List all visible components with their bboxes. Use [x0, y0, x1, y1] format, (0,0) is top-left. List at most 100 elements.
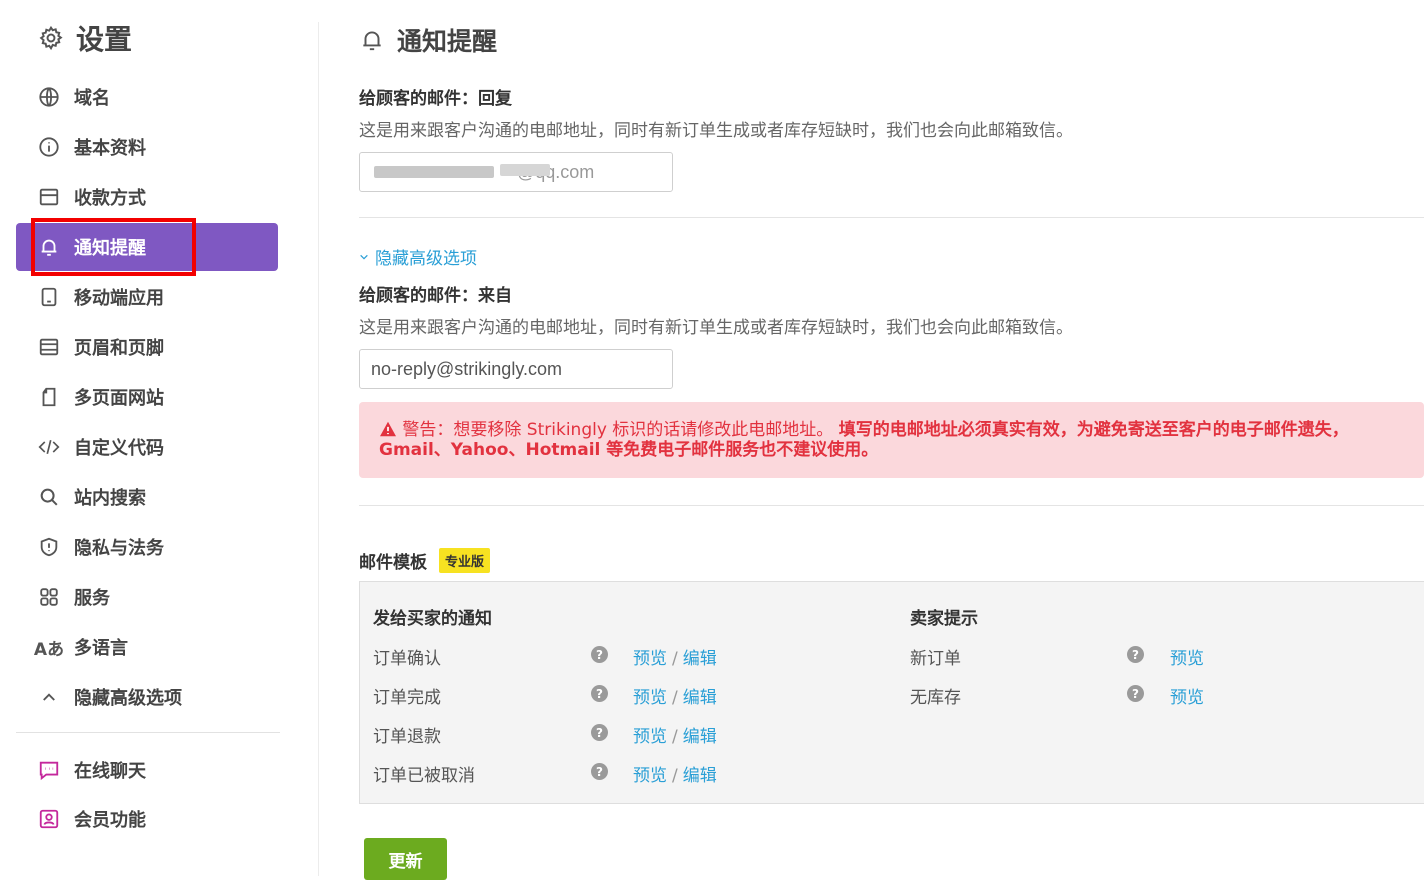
edit-link[interactable]: 编辑	[683, 688, 717, 708]
template-actions: 预览 / 编辑	[633, 683, 717, 708]
help-icon[interactable]: ?	[591, 724, 608, 741]
sidebar-item-multipage[interactable]: 多页面网站	[16, 373, 278, 421]
preview-link[interactable]: 预览	[1170, 649, 1204, 669]
seller-notifications-heading: 卖家提示	[910, 609, 978, 629]
sidebar-item-label: 收款方式	[74, 188, 146, 209]
pages-icon	[38, 386, 60, 408]
template-row: 新订单 ? 预览	[910, 640, 1310, 670]
globe-icon	[38, 86, 60, 108]
sidebar-item-label: 域名	[74, 88, 110, 109]
template-row: 订单完成 ? 预览 / 编辑	[373, 679, 773, 709]
preview-link[interactable]: 预览	[633, 688, 667, 708]
sidebar-header: 设置	[38, 18, 132, 58]
layout-icon	[38, 336, 60, 358]
warning-alert: 警告：想要移除 Strikingly 标识的话请修改此电邮地址。 填写的电邮地址…	[359, 402, 1424, 478]
buyer-notifications-heading: 发给买家的通知	[373, 609, 492, 629]
help-icon[interactable]: ?	[1127, 685, 1144, 702]
chevron-down-icon	[360, 254, 368, 260]
grid-icon	[38, 586, 60, 608]
sidebar-item-site-search[interactable]: 站内搜索	[16, 473, 278, 521]
pro-badge: 专业版	[439, 548, 491, 573]
template-actions: 预览 / 编辑	[633, 644, 717, 669]
sidebar-item-label: 会员功能	[74, 809, 146, 831]
template-name: 订单退款	[373, 727, 441, 747]
hide-advanced-toggle[interactable]: 隐藏高级选项	[359, 244, 477, 269]
template-name: 订单已被取消	[373, 766, 475, 786]
sidebar-item-multilanguage[interactable]: Aあ 多语言	[16, 623, 278, 671]
search-icon	[38, 486, 60, 508]
sidebar-item-label: 页眉和页脚	[74, 338, 164, 359]
sidebar-item-live-chat[interactable]: 在线聊天	[16, 746, 278, 793]
help-icon[interactable]: ?	[1127, 646, 1144, 663]
warning-text: 警告：想要移除 Strikingly 标识的话请修改此电邮地址。	[402, 420, 834, 440]
template-name: 订单完成	[373, 688, 441, 708]
help-icon[interactable]: ?	[591, 685, 608, 702]
reply-email-description: 这是用来跟客户沟通的电邮地址，同时有新订单生成或者库存短缺时，我们也会向此邮箱致…	[359, 121, 1073, 141]
sidebar-item-membership[interactable]: 会员功能	[16, 795, 278, 842]
notifications-panel: 通知提醒 给顾客的邮件：回复 这是用来跟客户沟通的电邮地址，同时有新订单生成或者…	[359, 0, 1424, 880]
bell-icon	[38, 236, 60, 258]
sidebar-item-mobile-app[interactable]: 移动端应用	[16, 273, 278, 321]
sidebar-title: 设置	[76, 23, 133, 56]
template-name: 无库存	[910, 688, 961, 708]
link-separator: /	[672, 688, 678, 708]
from-email-input[interactable]: no-reply@strikingly.com	[359, 349, 673, 389]
preview-link[interactable]: 预览	[633, 727, 667, 747]
chevron-up-icon	[38, 686, 60, 708]
sidebar-nav: 域名 基本资料 收款方式 通知提醒 移动端应用 页眉和页脚 多页面网站 自定义代…	[16, 73, 278, 723]
sidebar-item-label: 服务	[74, 588, 110, 609]
template-actions: 预览	[1170, 683, 1204, 708]
link-separator: /	[672, 766, 678, 786]
panel-divider	[318, 22, 319, 876]
sidebar-item-label: 多页面网站	[74, 388, 164, 409]
page-title: 通知提醒	[397, 27, 498, 56]
warning-icon	[379, 420, 402, 440]
email-templates-box: 发给买家的通知 卖家提示 订单确认 ? 预览 / 编辑 订单完成 ? 预览 / 编辑 订…	[359, 581, 1424, 804]
info-icon	[38, 136, 60, 158]
link-separator: /	[672, 727, 678, 747]
template-actions: 预览 / 编辑	[633, 761, 717, 786]
code-icon	[38, 436, 60, 458]
help-icon[interactable]: ?	[591, 646, 608, 663]
sidebar-item-notifications[interactable]: 通知提醒	[16, 223, 278, 271]
edit-link[interactable]: 编辑	[683, 766, 717, 786]
sidebar-item-label: 隐私与法务	[74, 538, 164, 559]
sidebar-item-hide-advanced[interactable]: 隐藏高级选项	[16, 673, 278, 721]
sidebar-item-services[interactable]: 服务	[16, 573, 278, 621]
email-templates-header: 邮件模板 专业版	[359, 548, 491, 573]
help-icon[interactable]: ?	[591, 763, 608, 780]
preview-link[interactable]: 预览	[1170, 688, 1204, 708]
sidebar-item-basic-info[interactable]: 基本资料	[16, 123, 278, 171]
from-email-description: 这是用来跟客户沟通的电邮地址，同时有新订单生成或者库存短缺时，我们也会向此邮箱致…	[359, 318, 1073, 338]
template-name: 新订单	[910, 649, 961, 669]
sidebar-item-privacy[interactable]: 隐私与法务	[16, 523, 278, 571]
mobile-icon	[38, 286, 60, 308]
language-icon: Aあ	[33, 639, 65, 660]
hide-advanced-label: 隐藏高级选项	[375, 249, 477, 269]
section-divider	[359, 505, 1424, 506]
preview-link[interactable]: 预览	[633, 766, 667, 786]
page-header: 通知提醒	[359, 22, 497, 58]
from-email-label: 给顾客的邮件：来自	[359, 286, 512, 306]
chat-icon	[38, 759, 60, 781]
template-row: 订单已被取消 ? 预览 / 编辑	[373, 757, 773, 787]
edit-link[interactable]: 编辑	[683, 727, 717, 747]
sidebar-extra-nav: 在线聊天 会员功能	[16, 746, 278, 844]
template-name: 订单确认	[373, 649, 441, 669]
preview-link[interactable]: 预览	[633, 649, 667, 669]
sidebar-item-header-footer[interactable]: 页眉和页脚	[16, 323, 278, 371]
edit-link[interactable]: 编辑	[683, 649, 717, 669]
redacted-email	[500, 164, 550, 176]
template-row: 订单退款 ? 预览 / 编辑	[373, 718, 773, 748]
sidebar-item-label: 多语言	[74, 638, 128, 659]
template-actions: 预览	[1170, 644, 1204, 669]
sidebar-item-payment[interactable]: 收款方式	[16, 173, 278, 221]
template-row: 订单确认 ? 预览 / 编辑	[373, 640, 773, 670]
sidebar-item-domain[interactable]: 域名	[16, 73, 278, 121]
update-button[interactable]: 更新	[364, 838, 447, 880]
reply-email-input[interactable]: ·@qq.com	[359, 152, 673, 192]
settings-sidebar: 设置 域名 基本资料 收款方式 通知提醒 移动端应用 页眉和页脚 多页面网站 自…	[0, 0, 300, 876]
sidebar-item-label: 站内搜索	[74, 488, 146, 509]
sidebar-item-custom-code[interactable]: 自定义代码	[16, 423, 278, 471]
sidebar-item-label: 自定义代码	[74, 438, 164, 459]
